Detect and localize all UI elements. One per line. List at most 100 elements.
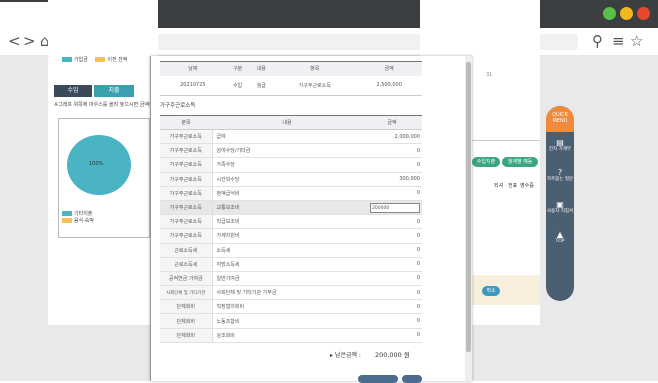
table-row: 단체회비 상조회비 0	[160, 328, 422, 343]
amount-cell[interactable]: 0	[362, 243, 422, 258]
cell: 2,500,000	[356, 75, 422, 96]
amount-cell[interactable]: 0	[362, 228, 422, 244]
cell: 정액급식비	[212, 186, 362, 201]
cell: 시간외수당	[212, 172, 362, 187]
table-header: 날짜 구분 내용 항목 금액	[160, 61, 422, 76]
quick-menu: QUICK MENU ▤ 전자 가계부 ? 자주묻는 질문 ▣ 사용자 지침서 ▲ TO…	[546, 106, 574, 301]
cell: 가구주근로소득	[160, 228, 213, 244]
cell: 단체회비	[160, 313, 213, 329]
notice-text: ※그래프 위쪽에 마우스를 올려 놓으시면 금액이 표시됩니다	[54, 102, 154, 108]
amount-cell[interactable]: 0	[362, 186, 422, 201]
legend-swatch	[62, 211, 72, 216]
table-row: 가구주근로소득 급여 2,000,000	[160, 129, 422, 145]
section-title: 가구주근로소득	[160, 103, 196, 109]
legend-bottom: 기타지출 음식·숙박	[62, 211, 94, 225]
forward-icon[interactable]: >	[23, 32, 36, 50]
amount-input[interactable]: 200000	[370, 202, 420, 213]
amount-cell[interactable]: 0	[362, 257, 422, 272]
table-row: 근로소득세 지방소득세 0	[160, 257, 422, 272]
header-cell: 날짜	[160, 61, 226, 76]
legend-label: 가입금	[74, 57, 88, 63]
legend-swatch	[62, 218, 72, 223]
cell: 근로소득세	[160, 243, 213, 258]
amount-cell: 200000	[362, 200, 422, 216]
cell: 상여수당/기타금	[212, 143, 362, 159]
minimize-dot[interactable]	[620, 7, 633, 20]
amount-cell[interactable]: 0	[362, 157, 422, 173]
star-icon[interactable]: ☆	[630, 32, 643, 50]
cell: 가족수당	[212, 157, 362, 173]
income-expense-button[interactable]: 수입지출	[472, 157, 500, 167]
cell: 20210725	[160, 75, 226, 96]
cell: 가구주근로소득	[160, 157, 213, 173]
header-cell: 항목	[273, 61, 357, 76]
quick-item-top[interactable]: ▲ TOP	[546, 230, 574, 244]
cell: 사회단체 및 기타기관	[160, 285, 213, 301]
table-header: 분목 내용 금액	[160, 115, 422, 130]
cell: 교통보조비	[212, 200, 362, 216]
location-icon[interactable]: ⚲	[592, 32, 603, 50]
legend-swatch	[95, 57, 106, 62]
modal-scroll-thumb[interactable]	[466, 62, 471, 352]
save-button[interactable]	[358, 375, 398, 383]
table-row: 가구주근로소득 가족수당 0	[160, 157, 422, 173]
menu-icon[interactable]: ≡	[612, 32, 625, 50]
cell: 직장협의회비	[212, 299, 362, 315]
amount-cell[interactable]: 0	[362, 313, 422, 329]
cell: 근로소득세	[160, 257, 213, 272]
cell: 노동조합비	[212, 313, 362, 329]
quick-item-label: TOP	[555, 239, 565, 244]
cancel-button[interactable]: 취소	[482, 286, 500, 296]
cell: 가구주근로소득	[160, 200, 213, 216]
cell: 가구주근로소득	[160, 129, 213, 145]
table-row: 공적연금 기여금 일반기여금 0	[160, 271, 422, 287]
amount-cell[interactable]: 300,000	[362, 172, 422, 187]
summary-table: 날짜 구분 내용 항목 금액 20210725 수입 월급 가구주근로소득 2,…	[160, 61, 422, 96]
cell: 수입	[225, 75, 250, 96]
maximize-dot[interactable]	[603, 7, 616, 20]
close-button[interactable]	[402, 375, 422, 383]
tab-income[interactable]: 수입	[54, 85, 92, 97]
col-header: 전표	[508, 183, 518, 189]
legend-label: 이전 잔액	[107, 57, 128, 63]
amount-cell[interactable]: 0	[362, 143, 422, 159]
quick-item-label: 전자 가계부	[548, 147, 572, 152]
ledger-icon: ▤	[556, 138, 564, 147]
cell: 상조회비	[212, 328, 362, 343]
arrow-up-icon: ▲	[556, 230, 564, 239]
cell: 월급	[249, 75, 274, 96]
amount-cell[interactable]: 0	[362, 285, 422, 301]
quick-item-faq[interactable]: ? 자주묻는 질문	[546, 168, 574, 182]
quick-item-guide[interactable]: ▣ 사용자 지침서	[546, 200, 574, 214]
amount-cell[interactable]: 2,000,000	[362, 129, 422, 145]
table-row: 단체회비 직장협의회비 0	[160, 299, 422, 315]
calendar-day: 31	[486, 72, 493, 78]
table-row: 가구주근로소득 직급보조비 0	[160, 214, 422, 230]
guide-icon: ▣	[556, 200, 564, 209]
amount-cell[interactable]: 0	[362, 271, 422, 287]
cell: 가구주근로소득	[160, 143, 213, 159]
header-cell: 금액	[362, 115, 422, 130]
remaining-amount: ▸ 남은금액 : 200,000 원	[330, 349, 410, 359]
table-row: 단체회비 노동조합비 0	[160, 313, 422, 329]
monthly-button[interactable]: 월계별 예등	[502, 157, 538, 167]
amount-cell[interactable]: 0	[362, 214, 422, 230]
quick-menu-title: QUICK MENU	[546, 106, 574, 132]
header-cell: 금액	[356, 61, 422, 76]
remaining-value: 200,000 원	[374, 351, 410, 359]
table-row: 가구주근로소득 정액급식비 0	[160, 186, 422, 201]
amount-cell[interactable]: 0	[362, 328, 422, 343]
quick-item-label: 자주묻는 질문	[546, 177, 574, 182]
cell: 가구주근로소득	[160, 214, 213, 230]
cell: 단체회비	[160, 328, 213, 343]
table-row: 가구주근로소득 시간외수당 300,000	[160, 172, 422, 187]
close-dot[interactable]	[637, 7, 650, 20]
table-row-selected: 가구주근로소득 교통보조비 200000	[160, 200, 422, 216]
amount-cell[interactable]: 0	[362, 299, 422, 315]
tab-expense[interactable]: 지출	[94, 85, 134, 97]
quick-item-ledger[interactable]: ▤ 전자 가계부	[546, 138, 574, 152]
header-cell: 내용	[212, 115, 362, 130]
legend-top: 가입금 이전 잔액	[62, 56, 127, 63]
back-icon[interactable]: <	[8, 32, 21, 50]
table-row: 사회단체 및 기타기관 사회단체 및 기타기관 기부금 0	[160, 285, 422, 301]
